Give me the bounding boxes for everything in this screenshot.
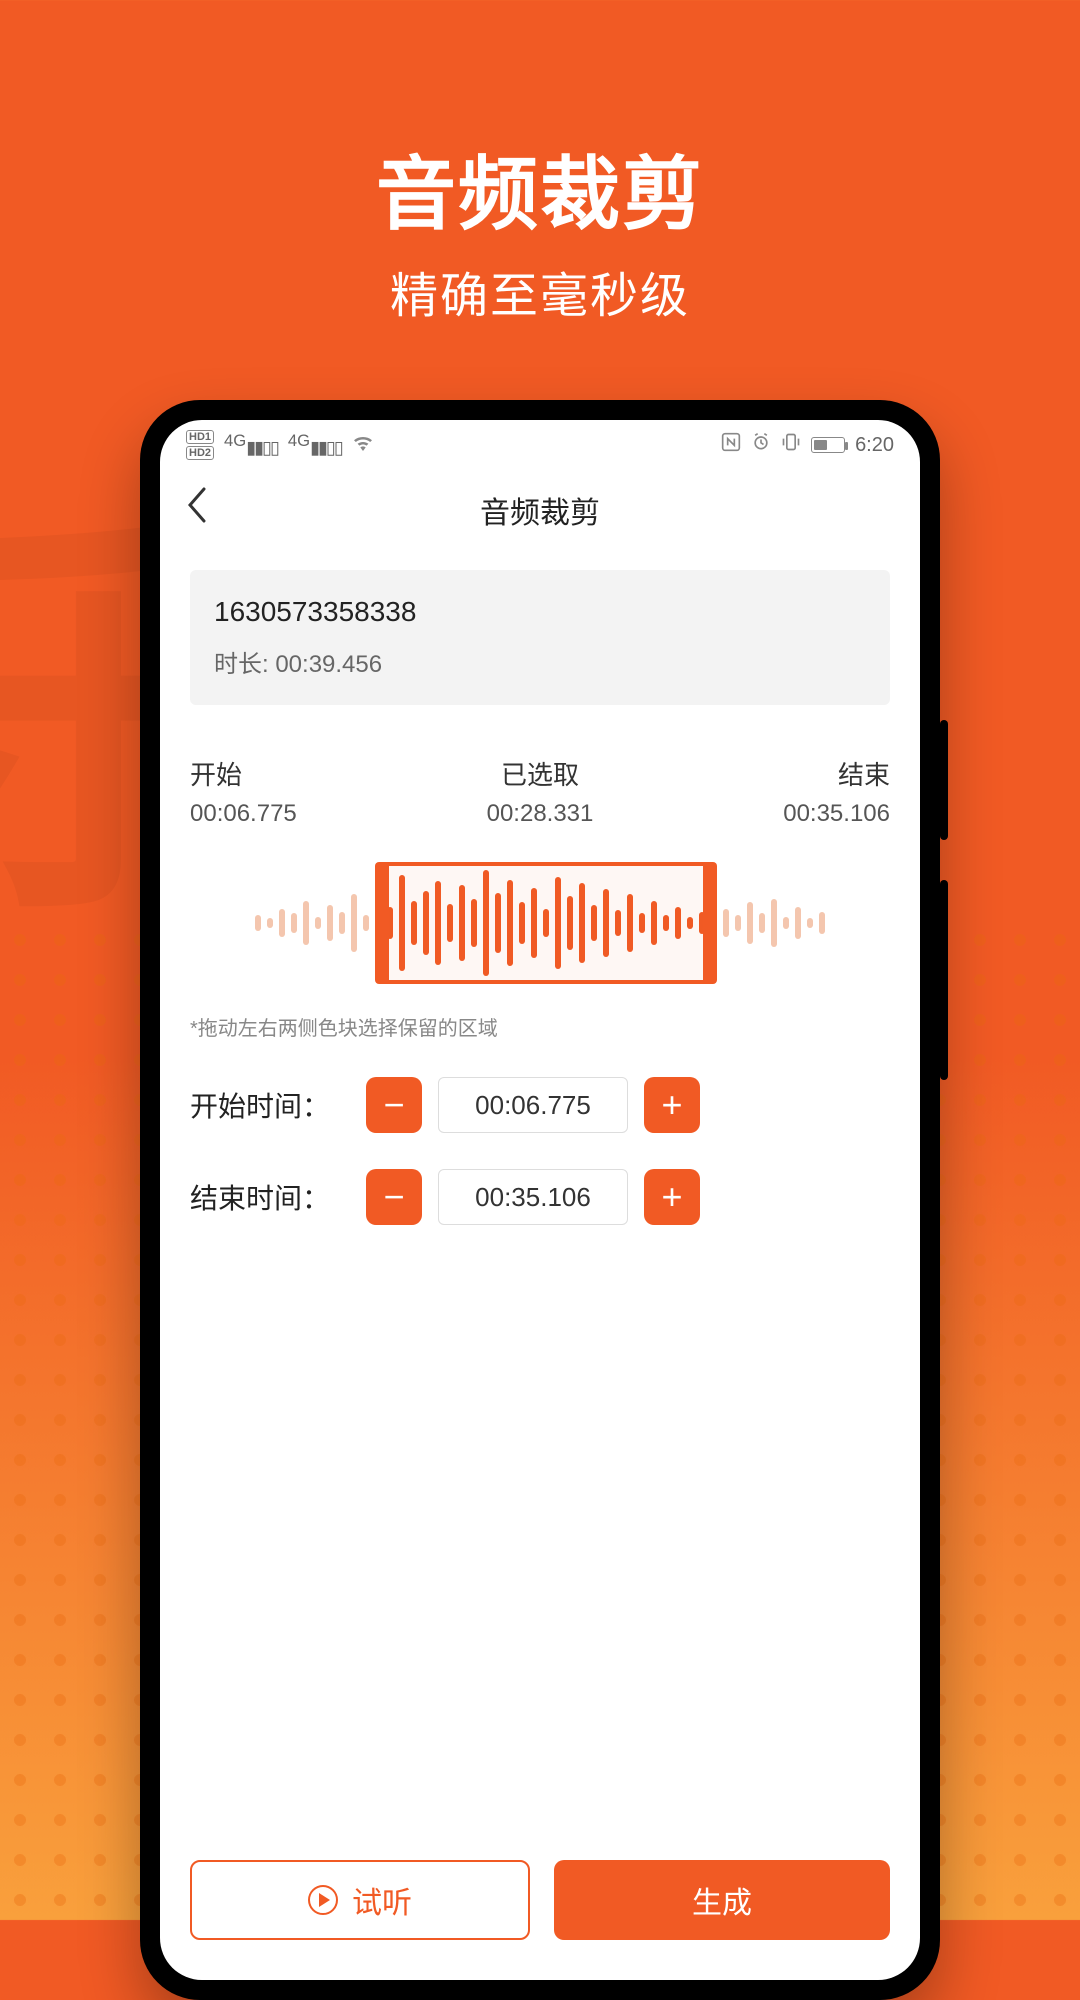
waveform-bar (603, 889, 609, 956)
hero: 音频裁剪 精确至毫秒级 (0, 0, 1080, 326)
generate-label: 生成 (692, 1878, 752, 1922)
navbar-title: 音频裁剪 (480, 488, 600, 532)
vibrate-icon (781, 432, 801, 458)
waveform-bar (459, 885, 465, 962)
play-icon (308, 1885, 338, 1915)
phone-screen: HD1 HD2 4G▮▮▯▯ 4G▮▮▯▯ (160, 420, 920, 1980)
end-time-row: 结束时间： − 00:35.106 + (190, 1169, 890, 1225)
waveform-bar (339, 912, 345, 934)
network-tag: 4G▮▮▯▯ (224, 431, 278, 460)
waveform-bar (315, 917, 321, 930)
drag-hint: *拖动左右两侧色块选择保留的区域 (190, 1012, 890, 1041)
file-name: 1630573358338 (214, 596, 866, 628)
start-time-row: 开始时间： − 00:06.775 + (190, 1077, 890, 1133)
file-duration: 时长: 00:39.456 (214, 644, 866, 679)
waveform-bar (495, 893, 501, 954)
status-bar: HD1 HD2 4G▮▮▯▯ 4G▮▮▯▯ (160, 420, 920, 470)
waveform-bar (639, 913, 645, 932)
preview-button[interactable]: 试听 (190, 1860, 530, 1940)
start-value: 00:06.775 (190, 800, 297, 828)
waveform-bar (267, 918, 273, 928)
waveform-bar (531, 888, 537, 958)
waveform-bar (627, 894, 633, 952)
waveform-bar (291, 913, 297, 932)
waveform-bar (663, 915, 669, 931)
end-plus-button[interactable]: + (644, 1169, 700, 1225)
waveform-bar (411, 901, 417, 946)
waveform-bar (795, 907, 801, 939)
selected-value: 00:28.331 (487, 800, 594, 828)
waveform-bar (759, 913, 765, 932)
waveform-bar (447, 904, 453, 942)
waveform-bar (783, 917, 789, 930)
waveform-bar (471, 899, 477, 947)
content: 1630573358338 时长: 00:39.456 开始 00:06.775… (160, 550, 920, 1836)
waveform-bar (507, 880, 513, 966)
end-time-label: 结束时间： (190, 1177, 350, 1217)
start-time-value[interactable]: 00:06.775 (438, 1077, 628, 1133)
hero-subtitle: 精确至毫秒级 (0, 256, 1080, 326)
waveform-bar (519, 902, 525, 944)
waveform-bar (399, 875, 405, 971)
wifi-icon (352, 433, 374, 457)
start-minus-button[interactable]: − (366, 1077, 422, 1133)
phone-mockup: HD1 HD2 4G▮▮▯▯ 4G▮▮▯▯ (140, 400, 940, 2000)
waveform-bar (735, 915, 741, 931)
waveform-bar (435, 881, 441, 964)
waveform-bar (747, 902, 753, 944)
selected-label: 已选取 (487, 755, 594, 792)
status-time: 6:20 (855, 434, 894, 457)
end-label: 结束 (783, 755, 890, 792)
waveform-bar (423, 891, 429, 955)
end-minus-button[interactable]: − (366, 1169, 422, 1225)
waveform-bar (327, 905, 333, 940)
waveform-bar (615, 910, 621, 936)
waveform-bar (351, 894, 357, 952)
waveform-bar (687, 917, 693, 930)
end-value: 00:35.106 (783, 800, 890, 828)
waveform-bar (723, 909, 729, 938)
waveform-bar (483, 870, 489, 976)
start-plus-button[interactable]: + (644, 1077, 700, 1133)
waveform-bar (303, 901, 309, 946)
waveform-bar (363, 915, 369, 931)
waveform-bar (567, 896, 573, 950)
hero-title: 音频裁剪 (0, 130, 1080, 246)
waveform-bar (579, 883, 585, 963)
start-time-label: 开始时间： (190, 1085, 350, 1125)
alarm-icon (751, 432, 771, 458)
hd-indicator: HD1 HD2 (186, 430, 214, 460)
waveform-bar (651, 901, 657, 946)
waveform-bar (279, 909, 285, 938)
file-info-card: 1630573358338 时长: 00:39.456 (190, 570, 890, 705)
time-marks: 开始 00:06.775 已选取 00:28.331 结束 00:35.106 (190, 755, 890, 828)
waveform-bar (543, 909, 549, 938)
back-button[interactable] (186, 487, 208, 533)
bottom-bar: 试听 生成 (160, 1836, 920, 1980)
waveform[interactable] (190, 858, 890, 988)
battery-icon (811, 437, 845, 453)
generate-button[interactable]: 生成 (554, 1860, 890, 1940)
preview-label: 试听 (352, 1878, 412, 1922)
end-time-value[interactable]: 00:35.106 (438, 1169, 628, 1225)
waveform-bar (675, 907, 681, 939)
waveform-bar (555, 877, 561, 970)
navbar: 音频裁剪 (160, 470, 920, 550)
waveform-bar (819, 912, 825, 934)
waveform-bar (771, 899, 777, 947)
waveform-bar (807, 918, 813, 928)
waveform-bar (591, 905, 597, 940)
nfc-icon (721, 432, 741, 458)
waveform-bar (255, 915, 261, 931)
start-label: 开始 (190, 755, 297, 792)
network-tag-2: 4G▮▮▯▯ (288, 431, 342, 460)
